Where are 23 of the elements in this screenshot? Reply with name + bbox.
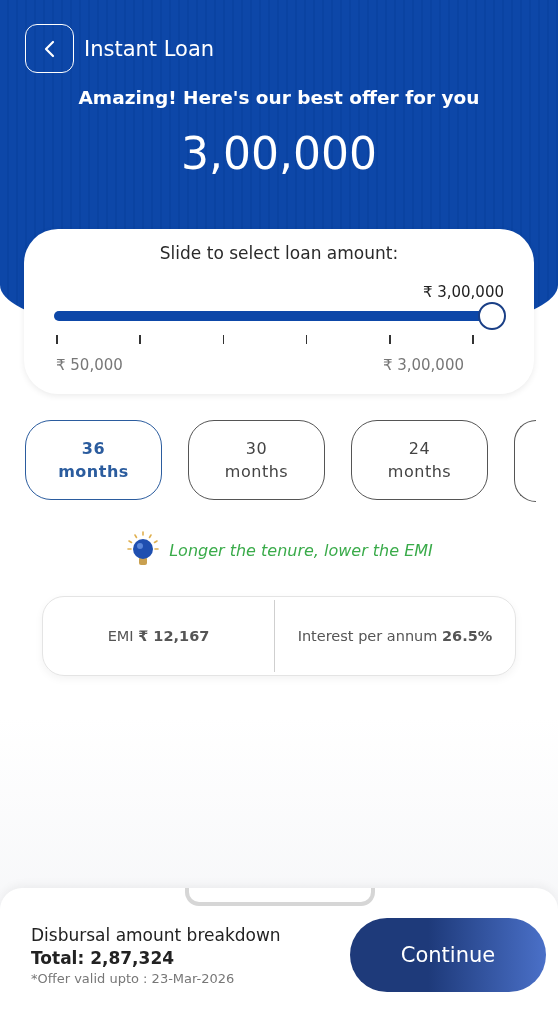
continue-button[interactable]: Continue xyxy=(350,918,546,992)
emi-text: EMI ₹ 12,167 xyxy=(107,628,210,644)
min-amount-label: ₹ 50,000 xyxy=(56,356,123,374)
tenure-option[interactable] xyxy=(514,420,536,502)
tip-text: Longer the tenure, lower the EMI xyxy=(169,540,433,560)
max-amount-label: ₹ 3,00,000 xyxy=(382,356,464,374)
back-button[interactable] xyxy=(25,24,74,73)
tenure-option[interactable]: 36 months xyxy=(25,420,162,500)
offer-validity: *Offer valid upto : 23-Mar-2026 xyxy=(31,970,236,986)
loan-amount-slider[interactable] xyxy=(54,302,506,330)
total-amount: Total: 2,87,324 xyxy=(31,947,176,968)
breakdown-title: Disbursal amount breakdown xyxy=(31,924,281,945)
page-title: Instant Loan xyxy=(84,36,215,61)
slider-label: Slide to select loan amount: xyxy=(158,243,400,263)
interest-text: Interest per annum 26.5% xyxy=(274,600,515,672)
chevron-left-icon xyxy=(42,38,57,59)
tenure-option[interactable]: 24 months xyxy=(351,420,488,500)
offer-amount: 3,00,000 xyxy=(180,128,378,179)
slider-value: ₹ 3,00,000 xyxy=(422,283,504,301)
slider-thumb[interactable] xyxy=(478,302,506,330)
offer-headline: Amazing! Here's our best offer for you xyxy=(77,87,481,108)
sheet-handle[interactable] xyxy=(185,888,375,906)
tenure-option[interactable]: 30 months xyxy=(188,420,325,500)
